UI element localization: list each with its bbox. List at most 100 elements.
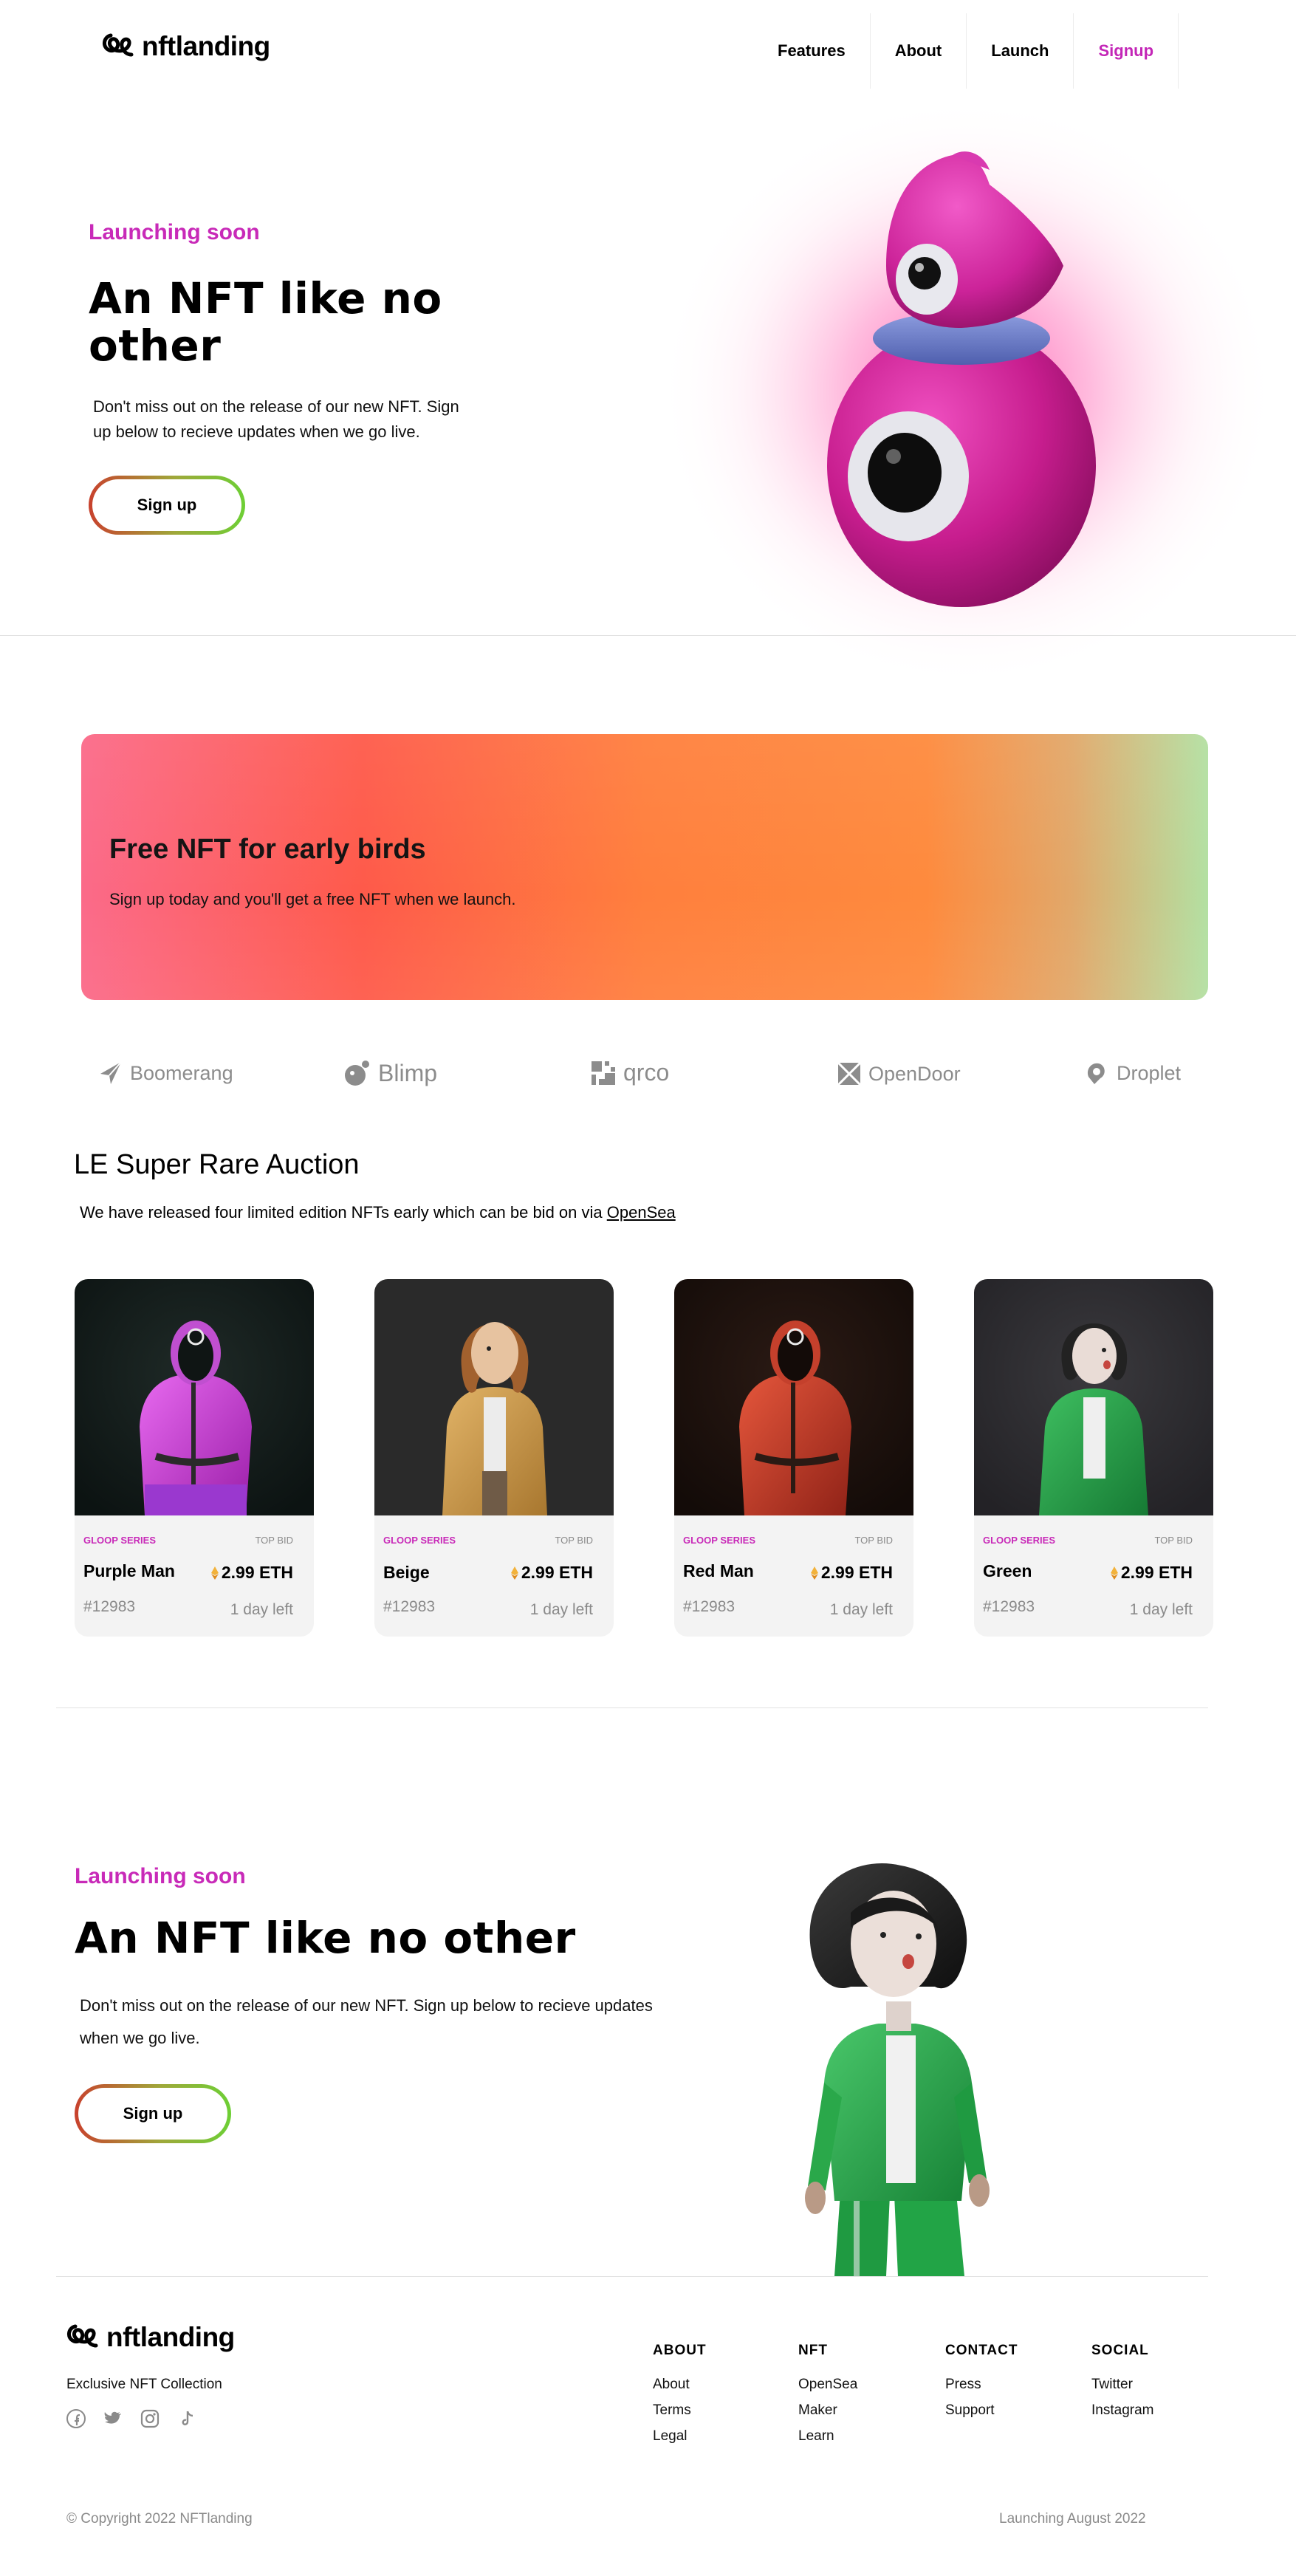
card-price-value: 2.99 ETH — [820, 1563, 893, 1582]
hero-title-line1: An NFT like no — [89, 273, 442, 323]
launch-text-line1: Don't miss out on the release of our new… — [80, 1996, 653, 2015]
purple-man-image — [75, 1279, 314, 1515]
footer-link-maker[interactable]: Maker — [798, 2402, 857, 2419]
nft-card-beige[interactable]: GLOOP SERIES TOP BID Beige 2.99 ETH #129… — [374, 1279, 614, 1637]
twitter-icon[interactable] — [103, 2409, 123, 2428]
card-time-left: 1 day left — [1129, 1601, 1193, 1618]
eth-icon — [210, 1566, 219, 1580]
card-price-value: 2.99 ETH — [1120, 1563, 1193, 1582]
partner-name: qrco — [623, 1059, 670, 1086]
footer-column-contact: CONTACT Press Support — [945, 2343, 1018, 2419]
launch-text-line2: when we go live. — [80, 2029, 200, 2047]
partner-droplet: Droplet — [1084, 1061, 1181, 1086]
card-name: Green — [983, 1561, 1032, 1580]
footer-link-about[interactable]: About — [653, 2377, 707, 2393]
eth-icon — [510, 1566, 518, 1580]
opensea-link[interactable]: OpenSea — [607, 1203, 676, 1222]
hero-divider — [0, 635, 1296, 636]
nft-card-purple-man[interactable]: GLOOP SERIES TOP BID Purple Man 2.99 ETH… — [75, 1279, 314, 1637]
eth-icon — [810, 1566, 818, 1580]
header-logo[interactable]: nftlanding — [100, 30, 270, 64]
card-id: #12983 — [83, 1598, 136, 1615]
tiktok-icon[interactable] — [177, 2409, 196, 2428]
boomerang-icon — [100, 1061, 122, 1084]
launch-title: An NFT like no other — [75, 1913, 576, 1963]
card-top-bid-label: TOP BID — [1154, 1535, 1193, 1546]
logo-icon — [103, 33, 134, 57]
footer-social-icons — [66, 2409, 196, 2428]
footer-link-legal[interactable]: Legal — [653, 2428, 707, 2445]
blimp-icon — [345, 1061, 369, 1086]
footer-link-twitter[interactable]: Twitter — [1091, 2377, 1153, 2393]
card-time-left: 1 day left — [529, 1601, 593, 1618]
hero-kicker: Launching soon — [89, 220, 260, 244]
partner-name: Blimp — [378, 1059, 438, 1086]
footer-link-press[interactable]: Press — [945, 2377, 1018, 2393]
auction-text: We have released four limited edition NF… — [80, 1203, 676, 1222]
footer-heading: ABOUT — [653, 2343, 707, 2358]
card-price-value: 2.99 ETH — [221, 1563, 293, 1582]
card-series: GLOOP SERIES — [983, 1535, 1056, 1546]
partner-name: OpenDoor — [868, 1062, 961, 1085]
footer-link-opensea[interactable]: OpenSea — [798, 2377, 857, 2393]
facebook-icon[interactable] — [66, 2409, 86, 2428]
red-man-image — [674, 1279, 913, 1515]
card-series: GLOOP SERIES — [683, 1535, 756, 1546]
auction-text-body: We have released four limited edition NF… — [80, 1203, 603, 1222]
launch-nft-character-image — [805, 1863, 990, 2276]
nav-launch[interactable]: Launch — [967, 13, 1074, 89]
card-top-bid-label: TOP BID — [555, 1535, 593, 1546]
card-series: GLOOP SERIES — [383, 1535, 456, 1546]
footer-column-social: SOCIAL Twitter Instagram — [1091, 2343, 1153, 2419]
card-series: GLOOP SERIES — [83, 1535, 157, 1546]
logo-text: nftlanding — [142, 31, 270, 61]
partner-opendoor: OpenDoor — [837, 1062, 961, 1086]
footer-heading: SOCIAL — [1091, 2343, 1149, 2358]
card-price: 2.99 ETH — [1110, 1563, 1193, 1583]
banner-text: Sign up today and you'll get a free NFT … — [109, 890, 516, 908]
launch-kicker: Launching soon — [75, 1864, 246, 1888]
hero-text: Don't miss out on the release of our new… — [93, 394, 492, 445]
partner-name: Boomerang — [130, 1061, 233, 1084]
hero-signup-button[interactable]: Sign up — [89, 476, 245, 535]
hero-nft-creature-image — [657, 96, 1278, 687]
nav-about[interactable]: About — [871, 13, 967, 89]
card-top-bid-label: TOP BID — [854, 1535, 893, 1546]
footer-column-about: ABOUT About Terms Legal — [653, 2343, 707, 2445]
card-top-bid-label: TOP BID — [255, 1535, 293, 1546]
footer-heading: NFT — [798, 2343, 828, 2358]
green-image — [974, 1279, 1213, 1515]
partner-blimp: Blimp — [343, 1059, 437, 1087]
nav-signup[interactable]: Signup — [1074, 13, 1179, 89]
footer-heading: CONTACT — [945, 2343, 1018, 2358]
banner-title: Free NFT for early birds — [109, 834, 426, 865]
card-price: 2.99 ETH — [210, 1563, 293, 1583]
footer-copyright: © Copyright 2022 NFTlanding — [66, 2511, 253, 2527]
partner-qrco: qrco — [591, 1059, 669, 1086]
footer-link-instagram[interactable]: Instagram — [1091, 2402, 1153, 2419]
card-price: 2.99 ETH — [810, 1563, 893, 1583]
footer-link-terms[interactable]: Terms — [653, 2402, 707, 2419]
beige-image — [374, 1279, 614, 1515]
early-birds-banner: Free NFT for early birds Sign up today a… — [81, 734, 1208, 1000]
partner-boomerang: Boomerang — [99, 1061, 233, 1086]
nav-features[interactable]: Features — [753, 13, 871, 89]
main-nav: Features About Launch Signup — [753, 13, 1179, 89]
nft-card-red-man[interactable]: GLOOP SERIES TOP BID Red Man 2.99 ETH #1… — [674, 1279, 913, 1637]
card-price-value: 2.99 ETH — [521, 1563, 593, 1582]
card-time-left: 1 day left — [829, 1601, 893, 1618]
card-name: Red Man — [683, 1561, 754, 1580]
footer-link-support[interactable]: Support — [945, 2402, 1018, 2419]
footer-link-learn[interactable]: Learn — [798, 2428, 857, 2445]
qrco-icon — [592, 1061, 615, 1085]
launch-signup-button[interactable]: Sign up — [75, 2084, 231, 2143]
instagram-icon[interactable] — [140, 2409, 160, 2428]
card-name: Purple Man — [83, 1561, 175, 1580]
card-time-left: 1 day left — [230, 1601, 293, 1618]
hero-title-line2: other — [89, 321, 222, 371]
card-id: #12983 — [683, 1598, 736, 1615]
launch-text: Don't miss out on the release of our new… — [80, 1990, 653, 2055]
footer-logo[interactable]: nftlanding — [65, 2320, 235, 2354]
card-price: 2.99 ETH — [510, 1563, 593, 1583]
nft-card-green[interactable]: GLOOP SERIES TOP BID Green 2.99 ETH #129… — [974, 1279, 1213, 1637]
